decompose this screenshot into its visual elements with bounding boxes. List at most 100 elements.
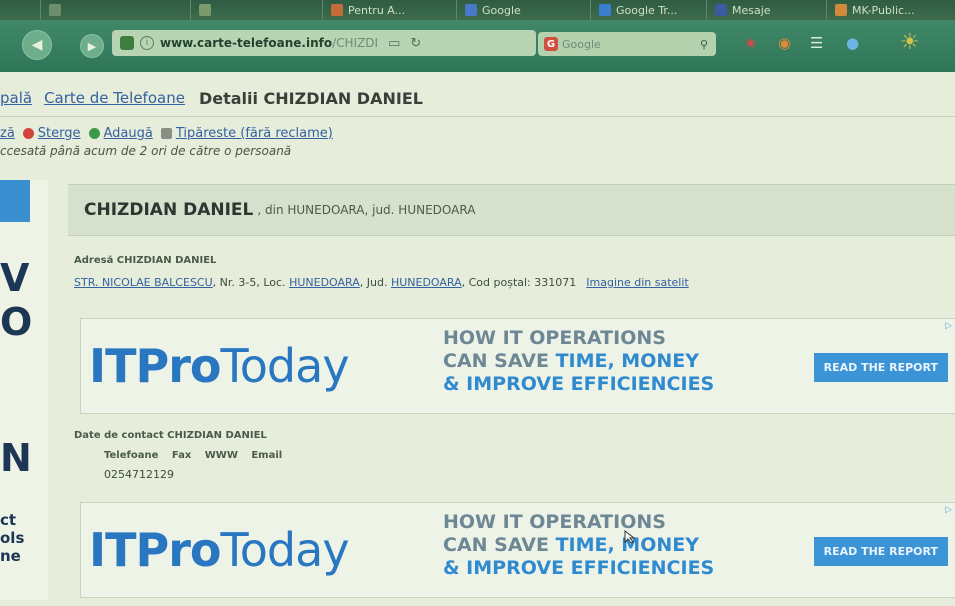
- county-link[interactable]: HUNEDOARA: [391, 276, 462, 289]
- ad-logo: ITProToday: [89, 339, 350, 393]
- address-label: Adresă CHIZDIAN DANIEL: [74, 255, 217, 266]
- pocket-icon[interactable]: ◉: [778, 34, 791, 52]
- add-link[interactable]: Adaugă: [104, 126, 153, 141]
- url-bar[interactable]: i www.carte-telefoane.info /CHIZDI ▭ ↻: [112, 30, 536, 56]
- action-partial-link[interactable]: ză: [0, 126, 15, 141]
- street-link[interactable]: STR. NICOLAE BALCESCU: [74, 276, 213, 289]
- ad-headline-highlight: TIME, MONEY: [555, 350, 700, 372]
- printer-icon: [160, 127, 172, 139]
- browser-tab[interactable]: Pentru A...: [322, 0, 459, 20]
- ad-headline: HOW IT OPERATIONS CAN SAVE TIME, MONEY &…: [443, 511, 714, 580]
- adchoices-icon[interactable]: ▷: [945, 505, 952, 515]
- sidebar-ad-letter: V: [0, 256, 30, 300]
- browser-tab[interactable]: [190, 0, 327, 20]
- city-link[interactable]: HUNEDOARA: [289, 276, 360, 289]
- navigation-bar: ◀ ▶ i www.carte-telefoane.info /CHIZDI ▭…: [0, 20, 955, 72]
- url-domain: www.carte-telefoane.info: [160, 36, 333, 50]
- delete-icon: [22, 127, 34, 139]
- read-report-button[interactable]: READ THE REPORT: [813, 537, 948, 566]
- ad-logo-thin: Today: [220, 523, 350, 577]
- address-line: STR. NICOLAE BALCESCU, Nr. 3-5, Loc. HUN…: [74, 276, 689, 289]
- action-item[interactable]: ză: [0, 126, 15, 141]
- phone-number[interactable]: 0254712129: [104, 468, 174, 481]
- page-content: pală Carte de Telefoane Detalii CHIZDIAN…: [0, 72, 955, 606]
- browser-tab[interactable]: Google: [456, 0, 593, 20]
- sidebar-ad-text: ne: [0, 547, 21, 565]
- facebook-favicon-icon: [715, 4, 727, 16]
- ad-headline-line: & IMPROVE EFFICIENCIES: [443, 373, 715, 395]
- ad-logo-bold: ITPro: [89, 523, 221, 577]
- tab-strip: Pentru A... Google Google Tr... Mesaje M…: [0, 0, 955, 20]
- contact-headers: Telefoane Fax WWW Email: [104, 450, 283, 461]
- browser-tab[interactable]: Google Tr...: [590, 0, 707, 20]
- tab-favicon-icon: [331, 4, 343, 16]
- add-action[interactable]: Adaugă: [88, 126, 153, 141]
- contact-label: Date de contact CHIZDIAN DANIEL: [74, 430, 267, 441]
- adchoices-icon[interactable]: ▷: [945, 321, 952, 331]
- read-report-button[interactable]: READ THE REPORT: [813, 353, 948, 382]
- tab-label: Google Tr...: [616, 3, 678, 17]
- address-number: , Nr. 3-5, Loc.: [212, 276, 290, 289]
- delete-action[interactable]: Sterge: [22, 126, 81, 141]
- ad-headline-line: CAN SAVE: [443, 534, 556, 556]
- ad-headline-line: HOW IT OPERATIONS: [443, 327, 666, 349]
- tab-label: Pentru A...: [348, 3, 406, 17]
- ad-headline-line: & IMPROVE EFFICIENCIES: [443, 557, 715, 579]
- mouse-cursor-icon: [624, 530, 636, 544]
- site-favicon-icon: [120, 36, 134, 50]
- sidebar-ad-letter: N: [0, 436, 32, 480]
- sidebar-ad-text: ct: [0, 511, 17, 529]
- tab-favicon-icon: [49, 4, 61, 16]
- weather-icon: ☀: [900, 30, 920, 55]
- browser-tab[interactable]: Mesaje: [706, 0, 823, 20]
- person-name-card: CHIZDIAN DANIEL , din HUNEDOARA, jud. HU…: [68, 184, 955, 236]
- sidebar-ad-badge: [0, 180, 30, 222]
- ad-banner[interactable]: ▷ ITProToday HOW IT OPERATIONS CAN SAVE …: [80, 318, 955, 414]
- google-icon: G: [544, 37, 558, 51]
- breadcrumb-home[interactable]: pală: [0, 89, 32, 107]
- visit-count-text: ccesată până acum de 2 ori de către o pe…: [0, 144, 292, 158]
- addon-icon[interactable]: ●: [846, 34, 859, 52]
- tab-label: Google: [482, 3, 521, 17]
- info-icon[interactable]: i: [140, 36, 154, 50]
- tab-favicon-icon: [199, 4, 211, 16]
- browser-tab[interactable]: [40, 0, 187, 20]
- ad-logo: ITProToday: [89, 523, 350, 577]
- person-name: CHIZDIAN DANIEL: [84, 200, 254, 220]
- sidebar-ad-text: ols: [0, 529, 25, 547]
- ad-banner[interactable]: ▷ ITProToday HOW IT OPERATIONS CAN SAVE …: [80, 502, 955, 598]
- translate-favicon-icon: [599, 4, 611, 16]
- satellite-image-link[interactable]: Imagine din satelit: [586, 276, 688, 289]
- sidebar-ad[interactable]: V O N ct ols ne: [0, 180, 48, 600]
- add-icon: [88, 127, 100, 139]
- print-action[interactable]: Tipăreste (fără reclame): [160, 126, 333, 141]
- title-bar: pală Carte de Telefoane Detalii CHIZDIAN…: [0, 80, 955, 117]
- ad-logo-bold: ITPro: [89, 339, 221, 393]
- browser-tab[interactable]: MK-Public...: [826, 0, 955, 20]
- url-path: /CHIZDI: [332, 36, 379, 50]
- ad-logo-thin: Today: [220, 339, 350, 393]
- person-location: , din HUNEDOARA, jud. HUNEDOARA: [257, 203, 476, 217]
- sidebar-ad-letter: O: [0, 300, 33, 344]
- print-link[interactable]: Tipăreste (fără reclame): [176, 126, 333, 141]
- ad-headline-line: HOW IT OPERATIONS: [443, 511, 666, 533]
- bookmark-star-icon[interactable]: ★: [744, 34, 757, 52]
- ad-headline: HOW IT OPERATIONS CAN SAVE TIME, MONEY &…: [443, 327, 714, 396]
- back-icon[interactable]: ◀: [22, 30, 52, 60]
- search-placeholder: Google: [562, 37, 601, 51]
- tab-label: MK-Public...: [852, 3, 915, 17]
- forward-icon[interactable]: ▶: [80, 34, 104, 58]
- menu-icon[interactable]: ☰: [810, 34, 823, 52]
- delete-link[interactable]: Sterge: [38, 126, 81, 141]
- address-county-label: , Jud.: [359, 276, 391, 289]
- breadcrumb-phonebook[interactable]: Carte de Telefoane: [44, 89, 185, 107]
- search-bar[interactable]: G Google ⚲: [538, 32, 716, 56]
- reader-icon[interactable]: ▭: [388, 36, 400, 51]
- tab-favicon-icon: [835, 4, 847, 16]
- reload-icon[interactable]: ↻: [410, 36, 421, 51]
- ad-headline-line: CAN SAVE: [443, 350, 556, 372]
- google-favicon-icon: [465, 4, 477, 16]
- search-icon[interactable]: ⚲: [700, 38, 708, 51]
- postal-code: , Cod poștal: 331071: [461, 276, 577, 289]
- tab-label: Mesaje: [732, 3, 771, 17]
